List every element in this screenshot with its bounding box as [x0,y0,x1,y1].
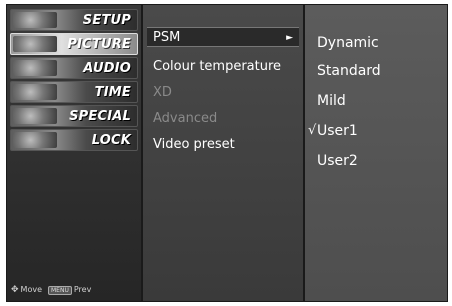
lock-icon [13,132,57,148]
option-dynamic[interactable]: Dynamic [317,33,379,53]
picture-icon [13,36,57,52]
setup-icon [13,12,57,28]
option-label: User2 [317,153,358,169]
submenu-item-label: XD [153,85,172,100]
tab-setup[interactable]: SETUP [10,9,138,31]
tab-special[interactable]: SPECIAL [10,105,138,127]
chevron-right-icon: ► [286,33,293,43]
tab-picture[interactable]: PICTURE [10,33,138,55]
tab-label: AUDIO [83,61,131,76]
tab-label: SPECIAL [69,109,131,124]
tab-audio[interactable]: AUDIO [10,57,138,79]
help-prev-label: Prev [73,285,92,294]
move-arrows-icon: ✥ [11,285,19,295]
tv-osd-menu: SETUP PICTURE AUDIO TIME SPECIAL LOCK ✥ M… [0,0,452,306]
psm-options-panel: Dynamic Standard Mild √ User1 User2 [304,4,448,302]
special-icon [13,108,57,124]
menu-key-icon: MENU [48,286,72,295]
main-menu-tabs: SETUP PICTURE AUDIO TIME SPECIAL LOCK ✥ M… [6,4,142,302]
submenu-item-colour-temperature[interactable]: Colour temperature [147,57,299,77]
tab-label: PICTURE [67,37,131,52]
option-label: Standard [317,63,381,79]
submenu-item-video-preset[interactable]: Video preset [147,135,299,155]
option-label: Dynamic [317,35,379,51]
option-standard[interactable]: Standard [317,61,381,81]
submenu-item-label: Advanced [153,111,218,126]
checkmark-icon: √ [308,123,317,138]
tab-label: LOCK [91,133,131,148]
tab-lock[interactable]: LOCK [10,129,138,151]
navigation-help: ✥ Move MENU Prev [11,285,91,295]
submenu-item-label: PSM [153,30,181,45]
tab-time[interactable]: TIME [10,81,138,103]
submenu-item-xd: XD [147,83,299,103]
submenu-item-psm[interactable]: PSM ► [147,27,299,47]
option-label: User1 [317,123,358,139]
option-mild[interactable]: Mild [317,91,346,111]
tab-label: SETUP [82,13,131,28]
audio-icon [13,60,57,76]
help-move-label: Move [20,285,42,294]
submenu-item-label: Colour temperature [153,59,282,74]
option-user2[interactable]: User2 [317,151,358,171]
submenu-item-advanced: Advanced [147,109,299,129]
time-icon [13,84,57,100]
tab-label: TIME [94,85,131,100]
submenu-item-label: Video preset [153,137,235,152]
picture-submenu: PSM ► Colour temperature XD Advanced Vid… [142,4,304,302]
option-user1[interactable]: √ User1 [308,121,358,141]
option-label: Mild [317,93,346,109]
